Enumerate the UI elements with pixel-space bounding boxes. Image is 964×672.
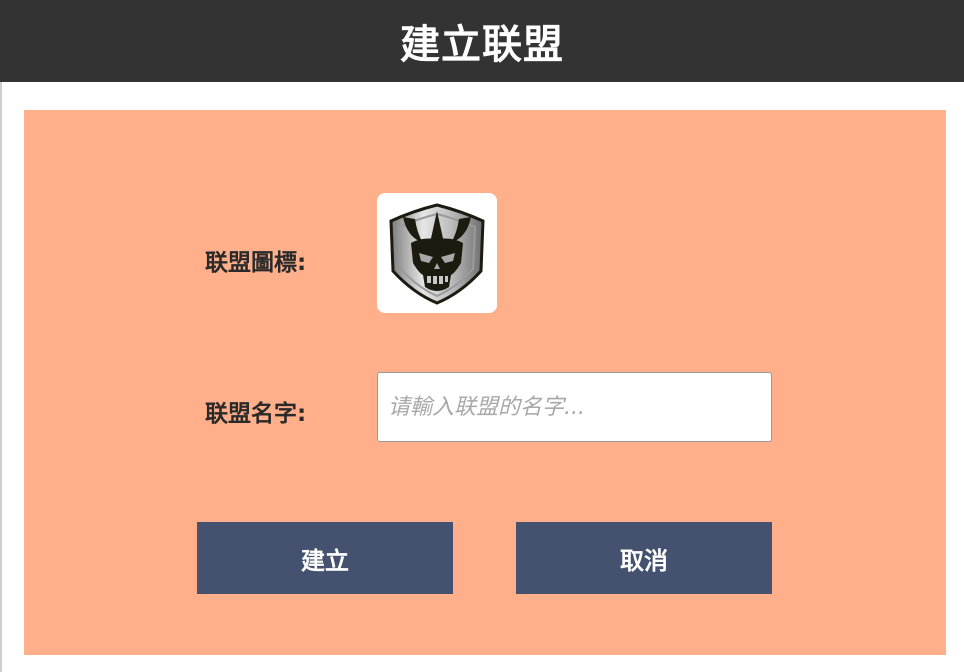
alliance-name-input[interactable] (377, 372, 772, 442)
emblem-label: 联盟圖標: (205, 250, 307, 276)
cancel-button[interactable]: 取消 (516, 522, 772, 594)
emblem-picker[interactable] (377, 193, 497, 313)
create-button[interactable]: 建立 (197, 522, 453, 594)
left-border (0, 82, 2, 672)
name-label: 联盟名字: (205, 401, 307, 427)
header-bar: 建立联盟 (0, 0, 964, 82)
form-panel: 联盟圖標: 联盟名字: 请輸入联盟的名字... 建立 取消 (24, 110, 946, 655)
horned-skull-shield-icon (389, 203, 485, 305)
create-alliance-page: 建立联盟 联盟圖標: 联盟名字: 请輸入联盟的名字... 建立 取消 (0, 0, 964, 672)
page-title: 建立联盟 (400, 22, 564, 68)
